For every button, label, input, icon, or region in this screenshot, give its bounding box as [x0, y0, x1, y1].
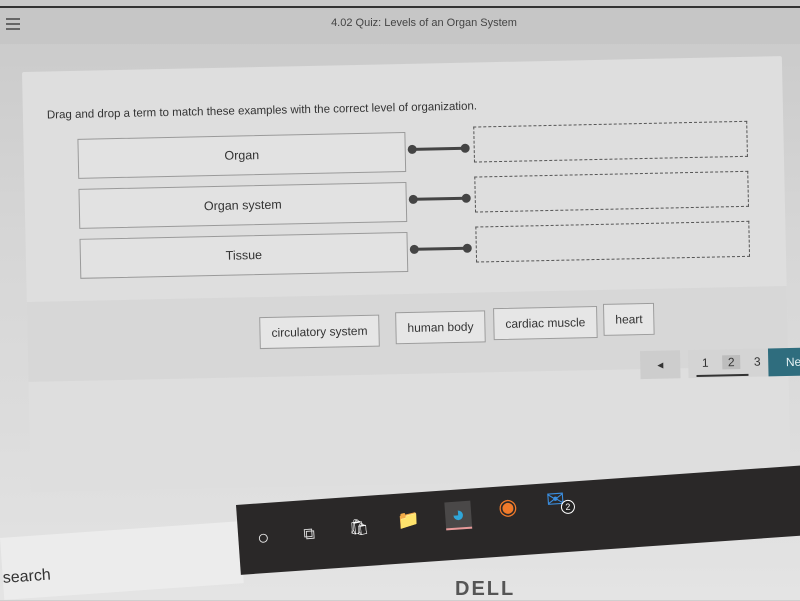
task-view-icon[interactable]: ⧉ — [295, 521, 323, 549]
quiz-title: 4.02 Quiz: Levels of an Organ System — [331, 17, 517, 29]
connector-icon — [409, 243, 472, 256]
example-label: Tissue — [225, 248, 263, 263]
example-box-organ-system: Organ system — [78, 181, 408, 229]
term-chip-heart[interactable]: heart — [602, 302, 656, 336]
taskbar-search-box[interactable]: search — [0, 521, 244, 600]
example-box-organ: Organ — [77, 131, 407, 179]
mail-icon[interactable]: ✉ 2 — [542, 486, 576, 515]
current-page-indicator — [696, 373, 749, 377]
mail-badge: 2 — [560, 499, 576, 515]
next-button[interactable]: Next — [767, 347, 800, 377]
term-chip-circulatory-system[interactable]: circulatory system — [259, 314, 380, 350]
dell-logo: DELL — [455, 578, 516, 600]
term-chip-cardiac-muscle[interactable]: cardiac muscle — [493, 306, 598, 341]
drop-target-tissue[interactable] — [475, 220, 751, 263]
match-row: Organ system — [78, 170, 800, 229]
term-chip-human-body[interactable]: human body — [395, 310, 486, 345]
example-box-tissue: Tissue — [79, 231, 409, 279]
page-3-button[interactable]: 3 — [748, 354, 766, 369]
screen: 4.02 Quiz: Levels of an Organ System Dra… — [0, 0, 800, 600]
question-instruction: Drag and drop a term to match these exam… — [46, 100, 478, 122]
question-card: Drag and drop a term to match these exam… — [22, 56, 800, 492]
example-label: Organ — [224, 148, 260, 163]
file-explorer-icon[interactable]: 📁 — [395, 506, 423, 534]
drop-target-organ[interactable] — [473, 120, 748, 163]
match-row: Organ — [77, 120, 800, 179]
cortana-icon[interactable]: ○ — [250, 524, 278, 552]
page-1-button[interactable]: 1 — [696, 356, 714, 370]
top-bar: 4.02 Quiz: Levels of an Organ System — [0, 6, 800, 44]
connector-icon — [407, 143, 470, 156]
taskbar-search-label: search — [2, 566, 52, 587]
drop-target-organ-system[interactable] — [474, 170, 749, 213]
firefox-icon[interactable]: ◉ — [494, 493, 522, 521]
match-row: Tissue — [79, 220, 800, 279]
previous-page-button[interactable]: ◂ — [639, 350, 681, 380]
example-label: Organ system — [203, 197, 282, 214]
connector-icon — [408, 193, 471, 206]
page-2-button[interactable]: 2 — [722, 355, 741, 370]
page-numbers: 1 2 3 — [687, 348, 777, 379]
edge-browser-icon[interactable]: ◕ — [444, 500, 473, 531]
microsoft-store-icon[interactable]: 🛍 — [345, 514, 373, 542]
